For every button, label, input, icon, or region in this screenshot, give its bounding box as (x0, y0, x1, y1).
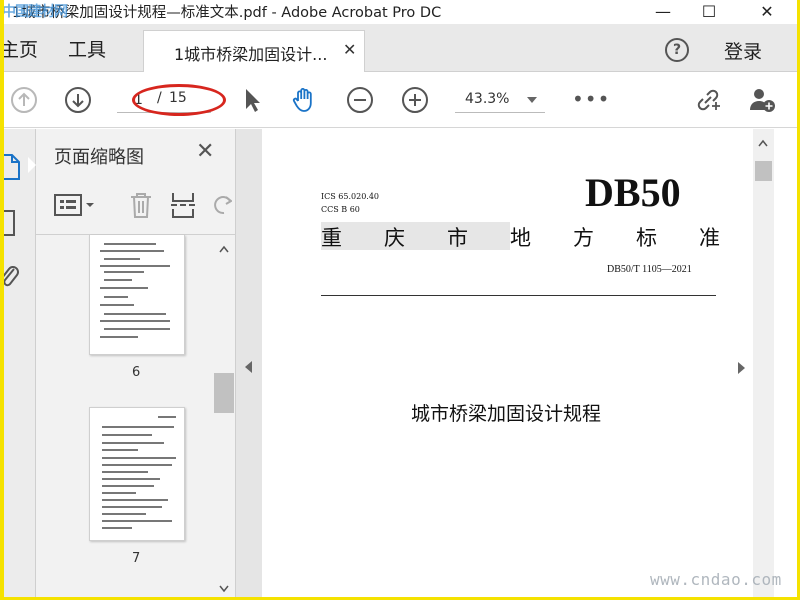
maximize-button[interactable]: ☐ (686, 0, 732, 22)
tab-tools[interactable]: 工具 (68, 35, 106, 62)
right-panel-toggle-icon[interactable] (738, 362, 745, 374)
share-link-icon[interactable] (694, 86, 722, 114)
scroll-down-icon[interactable] (219, 585, 229, 593)
help-icon[interactable]: ? (665, 38, 689, 62)
page-thumbnail[interactable] (89, 235, 185, 355)
highlight-oval (132, 84, 226, 116)
title-bar: 1城市桥梁加固设计规程—标准文本.pdf - Adobe Acrobat Pro… (0, 0, 800, 24)
select-cursor-icon[interactable] (238, 86, 266, 114)
rotate-icon[interactable] (210, 191, 232, 219)
text-selection-highlight (321, 222, 510, 250)
login-button[interactable]: 登录 (724, 37, 762, 64)
thumbnail-options-icon[interactable] (54, 193, 98, 217)
standard-prefix: DB50 (585, 170, 681, 215)
ics-classification: ICS 65.020.40 CCS B 60 (321, 192, 380, 214)
overlay-watermark: 中国建材网 (2, 4, 68, 20)
document-title: 城市桥梁加固设计规程 (411, 403, 602, 425)
left-tool-strip (0, 129, 36, 600)
tab-bar: 主页 工具 1城市桥梁加固设计... ✕ ? 登录 (0, 24, 800, 72)
panel-title: 页面缩略图 (54, 147, 144, 168)
close-window-button[interactable]: ✕ (744, 0, 790, 22)
document-scrollbar[interactable] (753, 129, 774, 600)
scrollbar-thumb[interactable] (214, 373, 234, 413)
panel-close-icon[interactable]: ✕ (196, 139, 214, 164)
scrollbar-thumb[interactable] (755, 161, 772, 181)
zoom-value: 43.3% (465, 91, 510, 107)
zoom-in-icon[interactable] (401, 86, 429, 114)
hand-tool-icon[interactable] (290, 86, 318, 114)
active-indicator (28, 157, 36, 173)
chevron-down-icon (527, 97, 537, 103)
header-rule (321, 295, 716, 296)
zoom-select[interactable]: 43.3% (455, 87, 545, 113)
add-user-icon[interactable] (748, 86, 776, 114)
toolbar: / 15 43.3% ••• (0, 73, 800, 128)
standard-type: 重 庆 市 地 方 标 准 (321, 222, 721, 250)
panel-collapse-handle[interactable] (236, 129, 262, 600)
minimize-button[interactable]: — (640, 0, 686, 22)
standard-number: DB50/T 1105—2021 (607, 264, 692, 275)
document-tab-label: 1城市桥梁加固设计... (174, 45, 328, 64)
frame-left (0, 0, 4, 600)
window-title: 1城市桥梁加固设计规程—标准文本.pdf - Adobe Acrobat Pro… (12, 5, 442, 21)
delete-icon[interactable] (128, 191, 154, 219)
site-watermark: www.cndao.com (650, 570, 782, 589)
document-view[interactable]: ICS 65.020.40 CCS B 60 DB50 重 庆 市 地 方 标 … (262, 129, 753, 600)
thumbnail-label: 7 (132, 551, 141, 566)
close-tab-icon[interactable]: ✕ (343, 40, 356, 59)
scroll-up-icon[interactable] (758, 139, 768, 147)
thumbnail-label: 6 (132, 365, 141, 380)
page-thumbnail[interactable] (89, 407, 185, 541)
thumbnail-scrollbar[interactable] (214, 235, 234, 600)
page-up-icon[interactable] (10, 86, 38, 114)
tab-document[interactable]: 1城市桥梁加固设计... ✕ (143, 30, 365, 72)
more-tools-icon[interactable]: ••• (572, 87, 610, 111)
scroll-up-icon[interactable] (219, 245, 229, 253)
thumbnail-panel: 页面缩略图 ✕ 6 7 (36, 129, 236, 600)
collapse-left-icon[interactable] (245, 361, 252, 373)
extract-pages-icon[interactable] (170, 191, 196, 219)
zoom-out-icon[interactable] (346, 86, 374, 114)
tab-home[interactable]: 主页 (0, 35, 38, 62)
page-down-icon[interactable] (64, 86, 92, 114)
panel-toolbar (36, 177, 236, 235)
